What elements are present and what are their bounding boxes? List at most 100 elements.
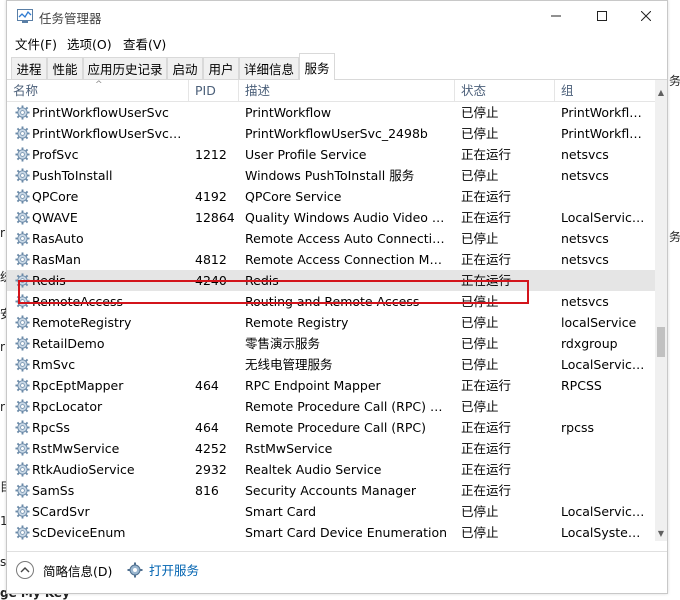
table-row[interactable]: QWAVE 12864 Quality Windows Audio Video Ex…	[7, 207, 655, 228]
table-row[interactable]: RasMan 4812 Remote Access Connection Man..…	[7, 249, 655, 270]
collapse-up-icon	[16, 561, 34, 579]
cell-description: QPCore Service	[245, 189, 342, 204]
tab-startup[interactable]: 启动	[167, 57, 203, 79]
cell-group	[561, 459, 647, 480]
cell-pid	[195, 123, 239, 144]
table-row[interactable]: RemoteRegistry Remote Registry 已停止 localSer…	[7, 312, 655, 333]
cell-description: PrintWorkflowUserSvc_2498b	[245, 126, 428, 141]
menu-view[interactable]: 查看(V)	[123, 34, 166, 53]
cell-pid	[195, 333, 239, 354]
close-icon	[641, 11, 651, 21]
table-row[interactable]: PushToInstall Windows PushToInstall 服务 已停止…	[7, 165, 655, 186]
cell-group	[561, 480, 647, 501]
table-row[interactable]: SCardSvr Smart Card 已停止 LocalService...	[7, 501, 655, 522]
title-bar[interactable]: 任务管理器	[7, 1, 667, 31]
minimize-button[interactable]	[533, 1, 579, 31]
cell-name: RpcLocator	[32, 399, 103, 414]
maximize-icon	[597, 11, 607, 21]
column-header-group[interactable]: 组	[555, 80, 655, 101]
service-gear-icon	[15, 357, 30, 372]
cell-name: SCardSvr	[32, 504, 90, 519]
cell-status: 正在运行	[461, 483, 512, 498]
cell-status: 正在运行	[461, 441, 512, 456]
table-row[interactable]: RpcEptMapper 464 RPC Endpoint Mapper 正在运行 RP…	[7, 375, 655, 396]
background-text-fragment: r	[0, 340, 5, 354]
cell-description: Quality Windows Audio Video Ex...	[245, 210, 449, 225]
cell-description: Smart Card	[245, 504, 317, 519]
column-header-name-label: 名称	[13, 83, 39, 98]
column-header-status[interactable]: 状态	[455, 80, 555, 101]
cell-description: 无线电管理服务	[245, 357, 333, 372]
cell-name: RstMwService	[32, 441, 120, 456]
column-header-description[interactable]: 描述	[239, 80, 455, 101]
cell-group: LocalSystem...	[561, 525, 647, 540]
sort-up-icon: ^	[95, 80, 103, 90]
table-row[interactable]: RstMwService 4252 RstMwService 正在运行	[7, 438, 655, 459]
cell-group: netsvcs	[561, 252, 609, 267]
menu-file[interactable]: 文件(F)	[15, 34, 57, 53]
service-gear-icon	[15, 126, 30, 141]
open-services-link[interactable]: 打开服务	[127, 560, 199, 579]
table-row[interactable]: RmSvc 无线电管理服务 已停止 LocalService...	[7, 354, 655, 375]
table-row[interactable]: RpcSs 464 Remote Procedure Call (RPC) 正在运行 r…	[7, 417, 655, 438]
scroll-up-icon[interactable]: ▲	[655, 84, 667, 100]
cell-pid	[195, 102, 239, 123]
cell-status: 已停止	[461, 126, 499, 141]
cell-description: User Profile Service	[245, 147, 367, 162]
brief-info-button[interactable]: 简略信息(D)	[15, 560, 112, 580]
service-gear-icon	[15, 462, 30, 477]
redis-highlight-box	[18, 280, 529, 304]
service-gear-icon	[15, 147, 30, 162]
cell-description: RPC Endpoint Mapper	[245, 378, 381, 393]
cell-group	[561, 186, 647, 207]
table-row[interactable]: RtkAudioService 2932 Realtek Audio Service…	[7, 459, 655, 480]
table-row[interactable]: PrintWorkflowUserSvc_2... PrintWorkflowUs…	[7, 123, 655, 144]
cell-pid: 12864	[195, 210, 235, 225]
tab-services[interactable]: 服务	[299, 53, 335, 80]
cell-name: RasAuto	[32, 231, 84, 246]
cell-description: Realtek Audio Service	[245, 462, 382, 477]
table-row[interactable]: RpcLocator Remote Procedure Call (RPC) Lo…	[7, 396, 655, 417]
tab-details[interactable]: 详细信息	[239, 57, 299, 79]
service-gear-icon	[15, 252, 30, 267]
table-row[interactable]: ScDeviceEnum Smart Card Device Enumeratio…	[7, 522, 655, 541]
service-gear-icon	[15, 315, 30, 330]
table-row[interactable]: RasAuto Remote Access Auto Connection ...…	[7, 228, 655, 249]
table-row[interactable]: ProfSvc 1212 User Profile Service 正在运行 netsv…	[7, 144, 655, 165]
scroll-down-icon[interactable]: ▼	[655, 525, 667, 541]
service-gear-icon	[15, 210, 30, 225]
close-button[interactable]	[623, 1, 669, 31]
cell-group: LocalService...	[561, 357, 647, 372]
cell-name: RetailDemo	[32, 336, 105, 351]
maximize-button[interactable]	[579, 1, 625, 31]
cell-group	[561, 438, 647, 459]
table-row[interactable]: RetailDemo 零售演示服务 已停止 rdxgroup	[7, 333, 655, 354]
cell-pid	[195, 501, 239, 522]
table-row[interactable]: QPCore 4192 QPCore Service 正在运行	[7, 186, 655, 207]
vertical-scrollbar[interactable]: ▲ ▼	[655, 80, 667, 541]
cell-name: PushToInstall	[32, 168, 113, 183]
tab-performance[interactable]: 性能	[47, 57, 83, 79]
service-gear-icon	[15, 504, 30, 519]
menu-options[interactable]: 选项(O)	[67, 34, 112, 53]
table-row[interactable]: SamSs 816 Security Accounts Manager 正在运行	[7, 480, 655, 501]
window-title: 任务管理器	[39, 11, 102, 26]
table-row[interactable]: PrintWorkflowUserSvc PrintWorkflow 已停止 Prin…	[7, 102, 655, 123]
tab-users[interactable]: 用户	[203, 57, 239, 79]
service-gear-icon	[15, 231, 30, 246]
cell-name: SamSs	[32, 483, 75, 498]
cell-description: Remote Procedure Call (RPC) Loc...	[245, 399, 449, 414]
cell-status: 正在运行	[461, 147, 512, 162]
cell-pid	[195, 354, 239, 375]
cell-name: PrintWorkflowUserSvc	[32, 105, 169, 120]
cell-group: PrintWorkflow	[561, 105, 647, 120]
service-gear-icon	[15, 189, 30, 204]
column-header-name[interactable]: 名称 ^	[7, 80, 189, 101]
tab-app-history[interactable]: 应用历史记录	[83, 57, 167, 79]
tab-processes[interactable]: 进程	[11, 57, 47, 79]
minimize-icon	[551, 15, 561, 17]
cell-pid: 4812	[195, 252, 227, 267]
cell-name: PrintWorkflowUserSvc_2...	[32, 126, 187, 141]
column-header-pid[interactable]: PID	[189, 80, 239, 101]
scroll-thumb[interactable]	[657, 327, 665, 357]
